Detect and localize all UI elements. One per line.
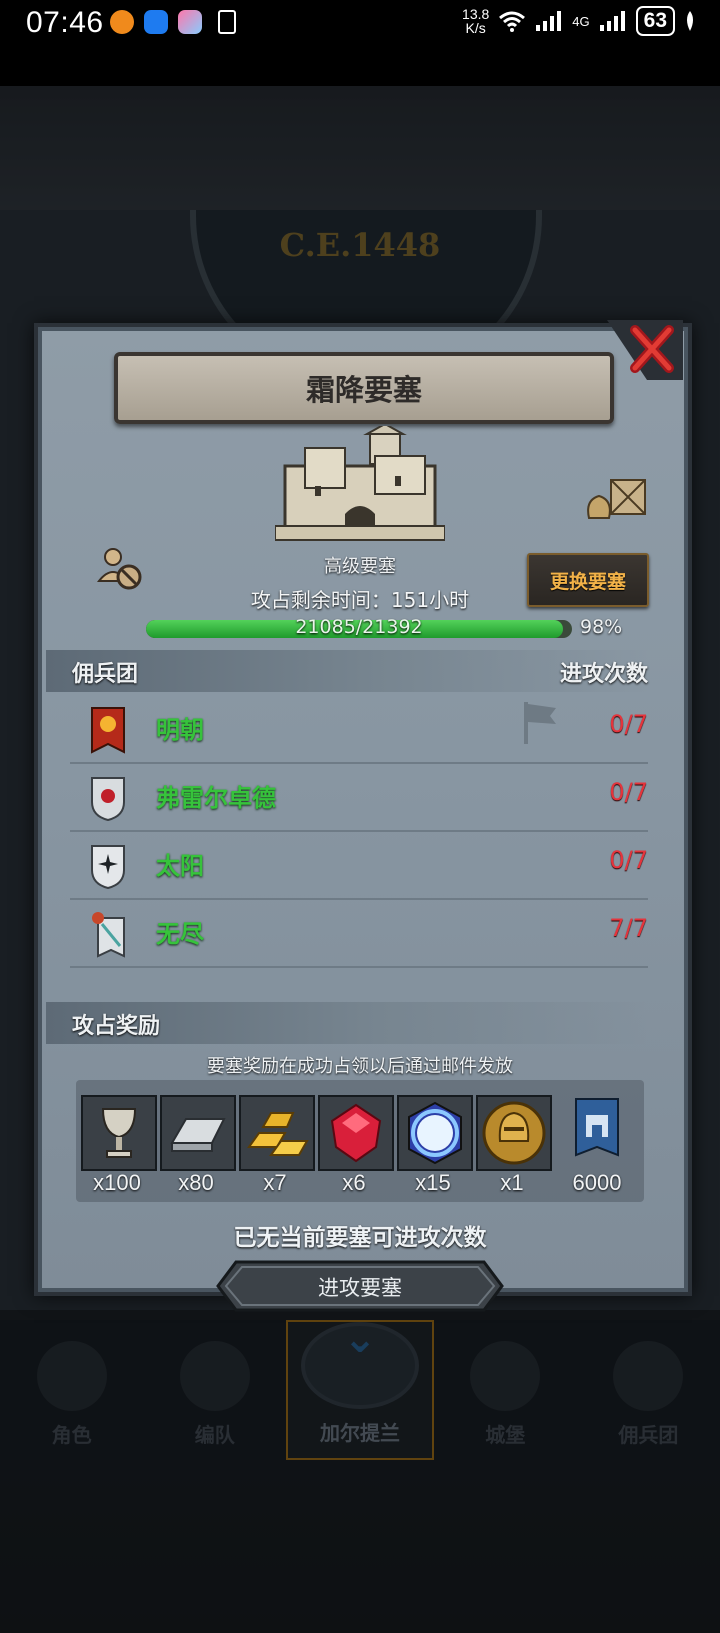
notification-icons <box>110 10 236 34</box>
mercenary-name: 太阳 <box>156 852 204 880</box>
reward-quantity: x80 <box>178 1170 214 1195</box>
rewards-note: 要塞奖励在成功占领以后通过邮件发放 <box>207 1056 513 1077</box>
reward-slot[interactable] <box>476 1095 552 1171</box>
reward-quantity: x7 <box>263 1170 287 1195</box>
gold-bars-icon <box>241 1097 313 1169</box>
mercenary-row[interactable]: 无尽 7/7 <box>70 900 648 968</box>
leaf-icon <box>687 11 693 31</box>
wifi-icon <box>499 11 526 32</box>
chalice-icon <box>83 1097 155 1169</box>
reward-quantity: x100 <box>93 1170 141 1195</box>
status-bar: 07:46 13.8 K/s 4G 63 <box>0 0 720 86</box>
vibrate-icon <box>218 10 236 34</box>
no-attempts-message: 已无当前要塞可进攻次数 <box>233 1225 487 1251</box>
reward-slot[interactable] <box>397 1095 473 1171</box>
network-type: 4G <box>572 13 590 29</box>
close-button[interactable] <box>607 320 683 380</box>
mercenary-row[interactable]: 太阳 0/7 <box>70 832 648 900</box>
mercenary-name: 明朝 <box>156 716 204 744</box>
reward-slot[interactable] <box>574 1097 620 1163</box>
fortress-title: 霜降要塞 <box>305 373 422 407</box>
clock: 07:46 <box>26 6 104 39</box>
mercenary-section-header: 佣兵团 进攻次数 <box>46 650 648 692</box>
fortress-title-banner: 霜降要塞 <box>114 352 614 424</box>
blue-app-icon <box>144 10 168 34</box>
red-blossom-shield-icon <box>91 777 125 822</box>
mercenary-name: 无尽 <box>156 920 204 948</box>
reward-slot[interactable] <box>239 1095 315 1171</box>
reward-slot[interactable] <box>160 1095 236 1171</box>
mercenary-header-label: 佣兵团 <box>72 662 139 687</box>
attack-count: 0/7 <box>609 710 648 738</box>
sun-banner-icon <box>91 707 125 754</box>
battery-level: 63 <box>635 6 675 36</box>
status-right: 13.8 K/s 4G 63 <box>462 6 696 36</box>
attack-count: 0/7 <box>609 778 648 806</box>
reward-slot[interactable] <box>318 1095 394 1171</box>
mercenary-row[interactable]: 弗雷尔卓德 0/7 <box>70 764 648 832</box>
crowned-banner-icon <box>92 912 125 958</box>
gradient-app-icon <box>178 10 202 34</box>
close-icon <box>607 320 683 380</box>
attack-fortress-button[interactable]: 进攻要塞 <box>216 1260 504 1312</box>
mercenary-name: 弗雷尔卓德 <box>156 784 276 812</box>
fortress-hp-percent: 98% <box>580 616 623 638</box>
crystal-orb-icon <box>399 1097 471 1169</box>
net-speed: 13.8 K/s <box>462 6 490 36</box>
knight-helmet-coin-icon <box>478 1097 550 1169</box>
fortress-hp-text: 21085/21392 <box>295 616 423 638</box>
iron-ingot-icon <box>162 1097 234 1169</box>
castle-banner-icon <box>575 1098 619 1157</box>
supply-crate-icon[interactable] <box>585 470 649 522</box>
rewards-section-header: 攻占奖励 <box>46 1002 648 1044</box>
attack-count: 0/7 <box>609 846 648 874</box>
capture-time-remaining: 攻占剩余时间：151小时 <box>250 588 470 612</box>
signal-icon <box>536 11 562 31</box>
reward-quantity: x6 <box>342 1170 366 1195</box>
orange-app-icon <box>110 10 134 34</box>
signal-icon-2 <box>599 11 625 31</box>
attack-count-header: 进攻次数 <box>559 662 648 687</box>
star-shield-icon <box>91 845 125 890</box>
mercenary-row[interactable]: 明朝 0/7 <box>70 696 648 764</box>
reward-quantity: 6000 <box>572 1170 622 1195</box>
reward-slot[interactable] <box>81 1095 157 1171</box>
ruby-icon <box>320 1097 392 1169</box>
reward-quantity: x1 <box>500 1170 524 1195</box>
fortress-castle-icon <box>275 426 445 541</box>
rewards-header-label: 攻占奖励 <box>72 1014 161 1039</box>
reward-quantity: x15 <box>415 1170 451 1195</box>
attack-count: 7/7 <box>609 914 648 942</box>
attack-fortress-label: 进攻要塞 <box>318 1276 402 1300</box>
